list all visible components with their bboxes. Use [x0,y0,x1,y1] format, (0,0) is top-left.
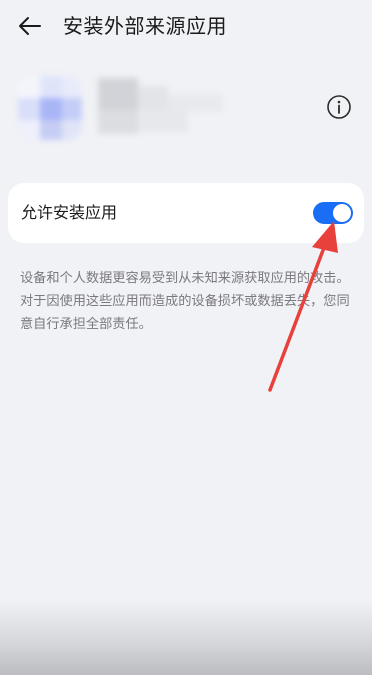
blurred-app-icon [18,76,82,140]
back-button[interactable] [14,12,46,40]
risk-warning-text: 设备和个人数据更容易受到从未知来源获取应用的攻击。对于因使用这些应用而造成的设备… [20,271,350,332]
header-bar: 安装外部来源应用 [0,0,372,52]
back-arrow-icon [19,17,41,35]
info-button[interactable] [326,94,352,120]
page-title: 安装外部来源应用 [63,14,227,38]
app-info-row [0,70,372,142]
blurred-app-name [98,78,223,134]
allow-install-setting-card: 允许安装应用 [8,183,364,243]
allow-install-label: 允许安装应用 [21,203,118,222]
bottom-shadow [0,600,372,675]
allow-install-toggle[interactable] [313,202,353,224]
info-icon [327,95,351,119]
toggle-knob [333,204,351,222]
